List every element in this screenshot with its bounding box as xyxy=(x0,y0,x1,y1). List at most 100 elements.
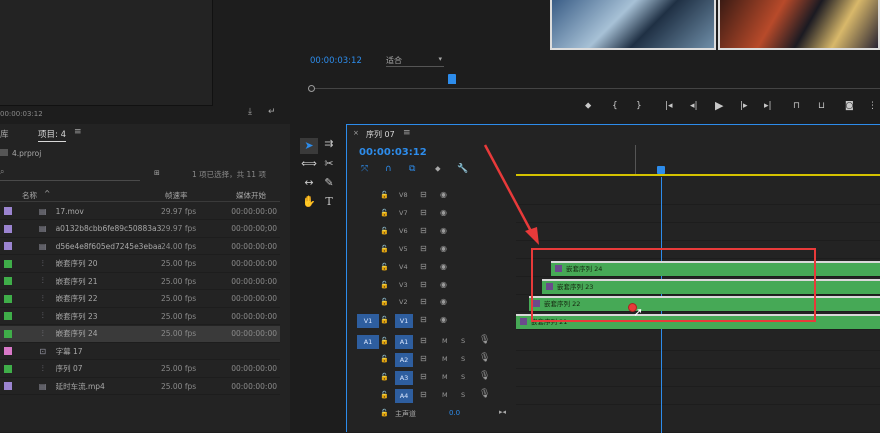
microphone-icon[interactable]: 🎙 xyxy=(479,371,490,381)
mark-out-icon[interactable]: } xyxy=(636,101,642,111)
track-name[interactable]: V4 xyxy=(399,263,408,271)
lock-icon[interactable]: 🔓 xyxy=(380,409,389,417)
hand-icon[interactable]: ✋ xyxy=(300,194,318,210)
eye-icon[interactable]: ◉ xyxy=(440,315,447,324)
solo-button[interactable]: S xyxy=(461,355,465,363)
play-icon[interactable]: ▶ xyxy=(715,99,723,112)
program-scrubber[interactable] xyxy=(308,85,880,92)
source-patch-audio[interactable]: A1 xyxy=(357,335,379,349)
eye-icon[interactable]: ◉ xyxy=(440,208,447,217)
track-name[interactable]: V5 xyxy=(399,245,408,253)
lock-icon[interactable]: 🔓 xyxy=(380,337,389,345)
column-fps[interactable]: 帧速率 xyxy=(165,190,188,201)
sync-lock-icon[interactable]: ⊟ xyxy=(420,390,427,399)
mute-button[interactable]: M xyxy=(442,337,448,345)
sync-lock-icon[interactable]: ⊟ xyxy=(420,280,427,289)
mute-button[interactable]: M xyxy=(442,373,448,381)
audio-track-lane[interactable] xyxy=(516,387,880,405)
lock-icon[interactable]: 🔓 xyxy=(380,263,389,271)
export-frame-icon[interactable]: ⤓ xyxy=(248,107,252,117)
export-frame-camera-icon[interactable]: ◙ xyxy=(845,101,854,111)
label-color-swatch[interactable] xyxy=(4,294,12,303)
label-color-swatch[interactable] xyxy=(4,224,12,233)
video-track-lane[interactable] xyxy=(516,205,880,223)
step-forward-icon[interactable]: |▸ xyxy=(740,101,748,111)
razor-icon[interactable]: ✂ xyxy=(320,156,338,172)
pen-icon[interactable]: ✎ xyxy=(320,175,338,191)
audio-track-lane[interactable] xyxy=(516,369,880,387)
sync-lock-icon[interactable]: ⊟ xyxy=(420,297,427,306)
program-timecode[interactable]: 00:00:03:12 xyxy=(310,56,362,66)
solo-button[interactable]: S xyxy=(461,373,465,381)
lock-icon[interactable]: 🔓 xyxy=(380,373,389,381)
solo-button[interactable]: S xyxy=(461,391,465,399)
go-to-in-icon[interactable]: |◂ xyxy=(665,101,673,111)
sync-lock-icon[interactable]: ⊟ xyxy=(420,336,427,345)
project-item[interactable]: ⫶ 嵌套序列 24 25.00 fps 00:00:00:00 xyxy=(0,325,280,343)
search-input[interactable]: ⌕ xyxy=(0,167,140,181)
close-icon[interactable]: × xyxy=(353,129,359,137)
track-target-audio[interactable]: A2 xyxy=(395,353,413,367)
project-item[interactable]: ⊡ 字幕 17 xyxy=(0,343,280,360)
sync-lock-icon[interactable]: ⊟ xyxy=(420,354,427,363)
add-marker-icon[interactable]: ⬥ xyxy=(585,101,591,111)
mute-button[interactable]: M xyxy=(442,355,448,363)
sync-lock-icon[interactable]: ⊟ xyxy=(420,208,427,217)
sync-lock-icon[interactable]: ⊟ xyxy=(420,262,427,271)
step-back-icon[interactable]: ◂| xyxy=(690,101,698,111)
track-name[interactable]: V8 xyxy=(399,191,408,199)
lock-icon[interactable]: 🔓 xyxy=(380,281,389,289)
track-target-video[interactable]: V1 xyxy=(395,314,413,329)
label-color-swatch[interactable] xyxy=(4,277,12,285)
track-select-icon[interactable]: ⇉ xyxy=(320,136,338,152)
wrench-icon[interactable]: 🔧 xyxy=(457,164,468,174)
track-name[interactable]: V2 xyxy=(399,298,408,306)
project-item[interactable]: ▤ 延时车流.mp4 25.00 fps 00:00:00:00 xyxy=(0,378,280,395)
project-item[interactable]: ⫶ 嵌套序列 21 25.00 fps 00:00:00:00 xyxy=(0,273,280,290)
microphone-icon[interactable]: 🎙 xyxy=(479,335,490,345)
label-color-swatch[interactable] xyxy=(4,312,12,320)
project-item[interactable]: ⫶ 嵌套序列 22 25.00 fps 00:00:00:00 xyxy=(0,291,280,308)
snap-icon[interactable]: ∩ xyxy=(385,164,392,174)
scrubber-start-handle[interactable] xyxy=(308,85,315,92)
track-target-audio[interactable]: A3 xyxy=(395,371,413,385)
audio-track-lane[interactable] xyxy=(516,351,880,369)
label-color-swatch[interactable] xyxy=(4,364,12,373)
project-item[interactable]: ▤ a0132b8cbb6fe89c50883a3 29.97 fps 00:00:0… xyxy=(0,221,280,238)
eye-icon[interactable]: ◉ xyxy=(440,190,447,199)
column-media-start[interactable]: 媒体开始 xyxy=(236,190,266,201)
eye-icon[interactable]: ◉ xyxy=(440,226,447,235)
lock-icon[interactable]: 🔓 xyxy=(380,298,389,306)
button-editor-icon[interactable]: ⋮ xyxy=(868,101,877,111)
nest-toggle-icon[interactable]: ⤧ xyxy=(361,164,368,174)
lock-icon[interactable]: 🔓 xyxy=(380,391,389,399)
sync-lock-icon[interactable]: ⊟ xyxy=(420,244,427,253)
tab-library[interactable]: 库 xyxy=(0,128,9,140)
tab-sequence[interactable]: 序列 07 xyxy=(366,129,395,140)
lift-icon[interactable]: ⊓ xyxy=(793,101,800,111)
track-target-audio[interactable]: A1 xyxy=(395,335,413,349)
project-item[interactable]: ⫶ 序列 07 25.00 fps 00:00:00:00 xyxy=(0,361,280,378)
insert-icon[interactable]: ↵ xyxy=(268,107,276,117)
microphone-icon[interactable]: 🎙 xyxy=(479,353,490,363)
track-name[interactable]: V6 xyxy=(399,227,408,235)
eye-icon[interactable]: ◉ xyxy=(440,297,447,306)
sync-lock-icon[interactable]: ⊟ xyxy=(420,372,427,381)
eye-icon[interactable]: ◉ xyxy=(440,244,447,253)
type-tool-icon[interactable]: T xyxy=(320,194,338,210)
panel-menu-icon[interactable]: ≡ xyxy=(74,127,82,137)
label-color-swatch[interactable] xyxy=(4,329,12,338)
eye-icon[interactable]: ◉ xyxy=(440,262,447,271)
master-volume[interactable]: 0.0 xyxy=(449,409,460,417)
lock-icon[interactable]: 🔓 xyxy=(380,191,389,199)
label-color-swatch[interactable] xyxy=(4,242,12,250)
project-item[interactable]: ⫶ 嵌套序列 23 25.00 fps 00:00:00:00 xyxy=(0,308,280,325)
audio-track-lane[interactable] xyxy=(516,333,880,351)
new-search-bin-icon[interactable]: ⊞ xyxy=(154,169,160,177)
tab-project[interactable]: 项目: 4 xyxy=(38,128,66,142)
eye-icon[interactable]: ◉ xyxy=(440,280,447,289)
label-color-swatch[interactable] xyxy=(4,347,12,355)
video-track-lane[interactable] xyxy=(516,223,880,241)
selection-tool-icon[interactable]: ➤ xyxy=(300,138,318,154)
extract-icon[interactable]: ⊔ xyxy=(818,101,825,111)
